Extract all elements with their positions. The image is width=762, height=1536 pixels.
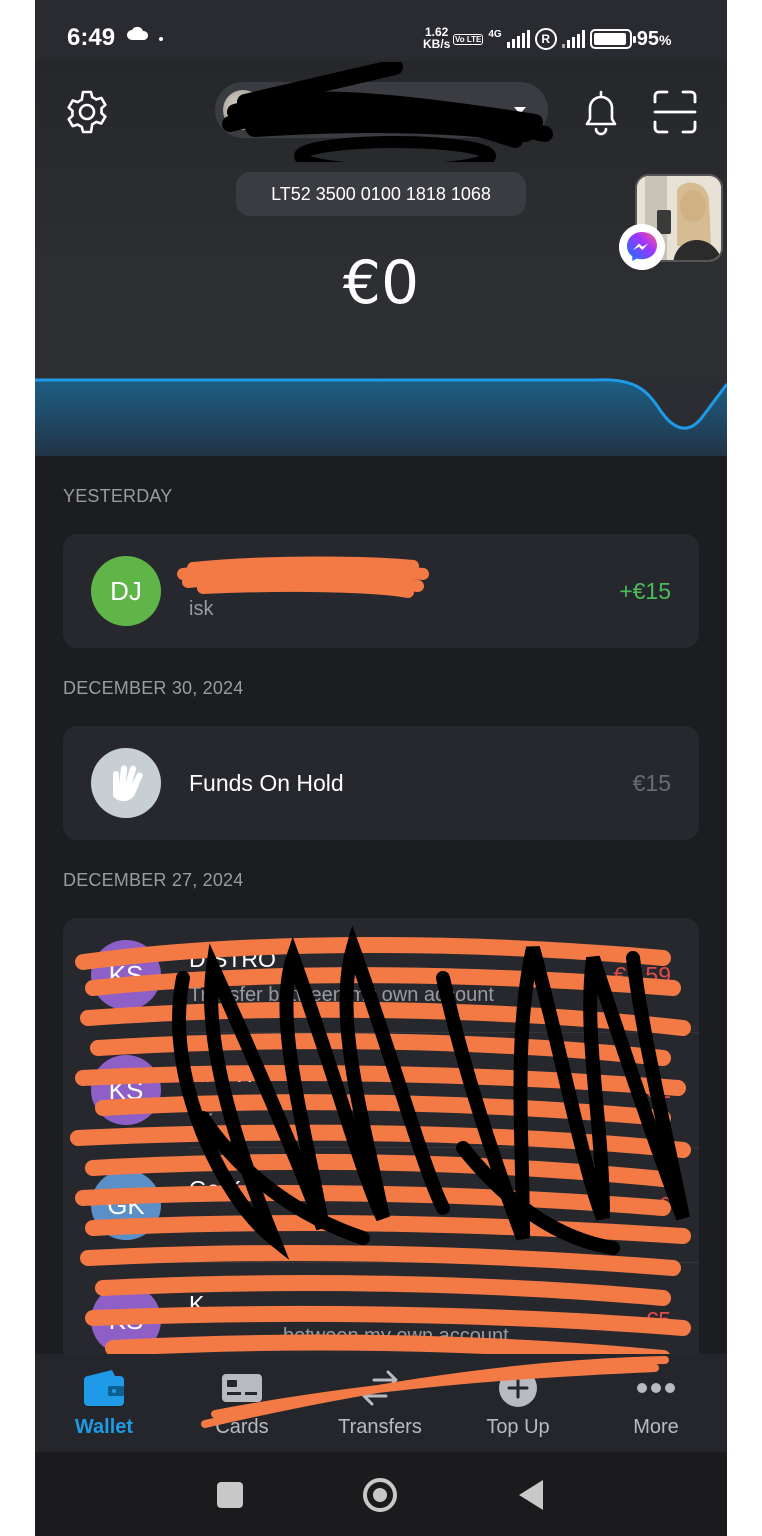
transaction-title: Ge K [189, 1176, 242, 1202]
network-speed: 1.62 KB/s [423, 26, 450, 50]
network-speed-unit: KB/s [423, 37, 451, 51]
iban-pill[interactable]: LT52 3500 0100 1818 1068 [236, 172, 526, 216]
bottom-nav: Wallet Cards Transfers Top Up More [35, 1354, 727, 1452]
transaction-title: K. STI [189, 1061, 253, 1087]
transaction-subtitle: isk [189, 598, 214, 620]
avatar: KS [91, 1055, 161, 1125]
nav-label: More [633, 1416, 679, 1438]
section-date: DECEMBER 30, 2024 [63, 678, 244, 698]
more-dots-icon [637, 1383, 675, 1393]
card-icon [222, 1374, 262, 1402]
transaction-title: DISTRO [189, 946, 276, 972]
status-icons: Vo LTE 4G R 95% [453, 24, 671, 54]
transaction-title: K [189, 1291, 205, 1317]
nav-cards[interactable]: Cards [173, 1354, 311, 1452]
plus-circle-icon [499, 1369, 537, 1407]
nav-transfers[interactable]: Transfers [311, 1354, 449, 1452]
nav-more[interactable]: More [587, 1354, 725, 1452]
phone-screen: 6:49 1.62 KB/s Vo LTE 4G R 95% Teuthuss … [35, 0, 727, 1536]
account-name: Teuthuss (Jake) [277, 99, 405, 119]
balance-sparkline [35, 378, 727, 456]
battery-icon [589, 29, 636, 49]
transaction-row[interactable]: KS K. STI Be €2 [63, 1033, 699, 1147]
nav-wallet[interactable]: Wallet [35, 1354, 173, 1452]
status-bar: 6:49 1.62 KB/s Vo LTE 4G R 95% [35, 0, 727, 60]
transaction-title: Dennis J [189, 560, 279, 586]
cloud-icon [127, 26, 149, 40]
transaction-amount: €5 [645, 1307, 671, 1333]
account-avatar [223, 90, 263, 130]
transaction-amount: €2.59 [613, 962, 671, 988]
home-button[interactable] [363, 1478, 397, 1512]
recents-button[interactable] [217, 1482, 243, 1508]
chevron-down-icon [514, 107, 526, 114]
section-date: DECEMBER 27, 2024 [63, 870, 244, 890]
transfer-arrows-icon [362, 1370, 398, 1406]
back-button[interactable] [519, 1480, 543, 1510]
gear-icon[interactable] [63, 88, 111, 136]
transactions-list: YESTERDAY DJ Dennis J isk +€15 DECEMBER … [35, 456, 727, 1378]
nav-label: Wallet [74, 1416, 134, 1438]
nav-top-up[interactable]: Top Up [449, 1354, 587, 1452]
volte-icon: Vo LTE [453, 33, 484, 45]
transaction-card[interactable]: Funds On Hold €15 [63, 726, 699, 840]
battery-percent: 95% [636, 27, 672, 50]
messenger-icon [619, 224, 665, 270]
signal-icon [506, 30, 530, 48]
transaction-subtitle: Be [189, 1099, 214, 1121]
transaction-amount: €2 [645, 1077, 671, 1103]
signal-icon-2 [561, 30, 585, 48]
status-time: 6:49 [67, 24, 116, 51]
section-date: YESTERDAY [63, 486, 173, 506]
roaming-icon: R [534, 28, 557, 50]
nav-label: Transfers [338, 1416, 422, 1438]
transaction-title: Funds On Hold [189, 770, 344, 796]
transaction-amount: € [658, 1192, 671, 1218]
nav-label: Top Up [486, 1416, 550, 1438]
avatar: DJ [91, 556, 161, 626]
transaction-card[interactable]: DJ Dennis J isk +€15 [63, 534, 699, 648]
transaction-subtitle: between my own account [283, 1325, 509, 1347]
avatar: KS [91, 1285, 161, 1355]
transaction-group-card: KS DISTRO Transfer between my own accoun… [63, 918, 699, 1378]
avatar: GK [91, 1170, 161, 1240]
notification-dot [159, 37, 163, 41]
transaction-row[interactable]: KS DISTRO Transfer between my own accoun… [63, 918, 699, 1032]
network-type: 4G [488, 29, 502, 40]
transaction-row[interactable]: GK Ge K € [63, 1148, 699, 1262]
account-selector[interactable]: Teuthuss (Jake) [215, 62, 553, 162]
avatar: KS [91, 940, 161, 1010]
bell-icon[interactable] [579, 88, 623, 136]
transaction-amount: +€15 [619, 578, 671, 604]
hand-icon [91, 748, 161, 818]
nav-label: Cards [215, 1416, 269, 1438]
transaction-amount: €15 [632, 770, 671, 796]
scan-icon[interactable] [651, 88, 699, 136]
wallet-icon [84, 1370, 124, 1406]
transaction-subtitle: Transfer between my own account [189, 984, 494, 1006]
system-nav-bar [35, 1452, 727, 1536]
